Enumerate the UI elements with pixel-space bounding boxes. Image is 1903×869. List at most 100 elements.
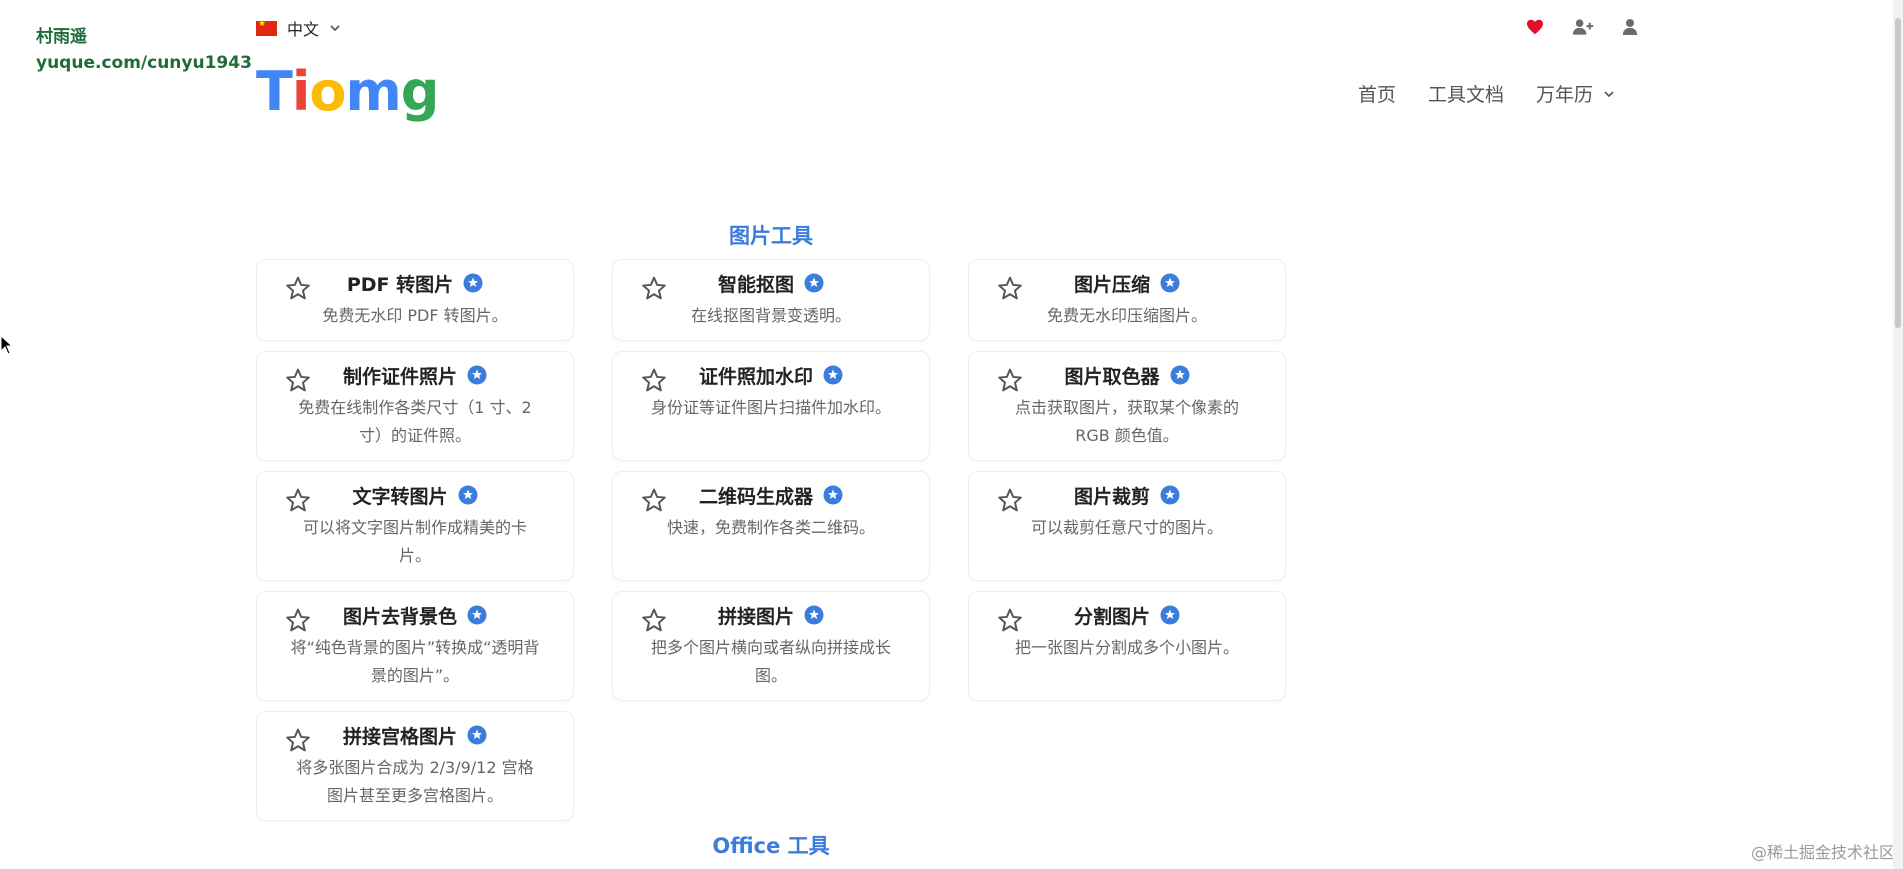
logo-letter: o xyxy=(309,60,346,123)
tool-card-description: 把一张图片分割成多个小图片。 xyxy=(1014,638,1239,657)
favorite-star-icon[interactable] xyxy=(285,608,311,633)
verified-badge-icon xyxy=(467,605,487,625)
section-title-image-tools: 图片工具 xyxy=(729,224,813,248)
heart-icon[interactable] xyxy=(1526,19,1544,35)
favorite-star-icon[interactable] xyxy=(641,608,667,633)
tool-card-description: 可以将文字图片制作成精美的卡片。 xyxy=(302,518,527,565)
verified-badge-icon xyxy=(1160,273,1180,293)
favorite-star-icon[interactable] xyxy=(285,728,311,753)
favorite-star-icon[interactable] xyxy=(997,488,1023,513)
tool-card-title: 制作证件照片 xyxy=(342,365,457,388)
tool-card-header: 拼接图片 xyxy=(625,600,917,633)
nav-home[interactable]: 首页 xyxy=(1358,80,1396,107)
tool-card-header: 制作证件照片 xyxy=(269,360,561,393)
section-title-office-tools: Office 工具 xyxy=(712,834,830,858)
tool-card-title: 拼接宫格图片 xyxy=(342,725,457,748)
tool-card-title: 图片取色器 xyxy=(1064,365,1160,388)
chevron-down-icon xyxy=(1604,90,1614,97)
tool-card-grid: PDF 转图片 免费无水印 PDF 转图片。 智能抠图 在线抠图背景变透明。 图片压缩免… xyxy=(256,259,1286,821)
tool-card[interactable]: 二维码生成器快速，免费制作各类二维码。 xyxy=(612,471,930,581)
tool-card-description: 身份证等证件图片扫描件加水印。 xyxy=(650,398,891,417)
verified-badge-icon xyxy=(1160,605,1180,625)
verified-badge-icon xyxy=(823,485,843,505)
verified-badge-icon xyxy=(463,273,483,293)
tool-card-header: 图片裁剪 xyxy=(981,480,1273,513)
tool-card[interactable]: 智能抠图在线抠图背景变透明。 xyxy=(612,259,930,341)
tool-card-title: 分割图片 xyxy=(1073,605,1150,628)
favorite-star-icon[interactable] xyxy=(997,276,1023,301)
tool-card-description: 在线抠图背景变透明。 xyxy=(690,306,851,325)
watermark-url: yuque.com/cunyu1943 xyxy=(36,53,252,73)
tool-card-header: 智能抠图 xyxy=(625,268,917,301)
china-flag-icon xyxy=(256,19,277,36)
watermark-author-block: 村雨遥 yuque.com/cunyu1943 xyxy=(36,24,252,76)
tool-card-description: 快速，免费制作各类二维码。 xyxy=(666,518,875,537)
tool-card-title: 二维码生成器 xyxy=(698,485,813,508)
tool-card[interactable]: PDF 转图片 免费无水印 PDF 转图片。 xyxy=(256,259,574,341)
nav-calendar-dropdown[interactable]: 万年历 xyxy=(1536,80,1615,107)
logo-letter: T xyxy=(256,60,293,123)
tool-card-title: 图片去背景色 xyxy=(342,605,457,628)
watermark-author: 村雨遥 xyxy=(36,27,87,47)
tool-card-description: 免费无水印压缩图片。 xyxy=(1046,306,1207,325)
tool-card[interactable]: 拼接图片把多个图片横向或者纵向拼接成长图。 xyxy=(612,591,930,701)
tool-card[interactable]: 拼接宫格图片将多张图片合成为 2/3/9/12 宫格图片甚至更多宫格图片。 xyxy=(256,711,574,821)
tool-card-title: 文字转图片 xyxy=(352,485,448,508)
tool-card-title: 证件照加水印 xyxy=(698,365,813,388)
tool-card-title: 拼接图片 xyxy=(717,605,794,628)
chevron-down-icon xyxy=(330,25,340,32)
verified-badge-icon xyxy=(804,605,824,625)
tool-card-header: 图片去背景色 xyxy=(269,600,561,633)
tool-card-description: 点击获取图片，获取某个像素的 RGB 颜色值。 xyxy=(1014,398,1239,445)
tool-card[interactable]: 证件照加水印身份证等证件图片扫描件加水印。 xyxy=(612,351,930,461)
tool-card-header: 证件照加水印 xyxy=(625,360,917,393)
verified-badge-icon xyxy=(804,273,824,293)
page-scrollbar[interactable] xyxy=(1893,0,1903,869)
tool-card-description: 可以裁剪任意尺寸的图片。 xyxy=(1030,518,1223,537)
verified-badge-icon xyxy=(467,365,487,385)
favorite-star-icon[interactable] xyxy=(641,488,667,513)
tool-card-description: 免费在线制作各类尺寸（1 寸、2 寸）的证件照。 xyxy=(298,398,532,445)
favorite-star-icon[interactable] xyxy=(285,368,311,393)
tool-card[interactable]: 制作证件照片免费在线制作各类尺寸（1 寸、2 寸）的证件照。 xyxy=(256,351,574,461)
verified-badge-icon xyxy=(1170,365,1189,385)
tool-card-title: 智能抠图 xyxy=(717,273,794,296)
tool-card-header: 分割图片 xyxy=(981,600,1273,633)
favorite-star-icon[interactable] xyxy=(997,368,1023,393)
tool-card[interactable]: 分割图片把一张图片分割成多个小图片。 xyxy=(968,591,1286,701)
site-logo[interactable]: Tiomg xyxy=(256,60,440,124)
tool-card-header: 文字转图片 xyxy=(269,480,561,513)
tool-card-header: 拼接宫格图片 xyxy=(269,720,561,753)
favorite-star-icon[interactable] xyxy=(641,276,667,301)
top-icon-bar xyxy=(1526,18,1638,36)
favorite-star-icon[interactable] xyxy=(641,368,667,393)
tool-card-description: 把多个图片横向或者纵向拼接成长图。 xyxy=(650,638,891,685)
tool-card-header: 二维码生成器 xyxy=(625,480,917,513)
tool-card-description: 将“纯色背景的图片”转换成“透明背景的图片”。 xyxy=(290,638,540,685)
tool-card-description: 将多张图片合成为 2/3/9/12 宫格图片甚至更多宫格图片。 xyxy=(296,758,534,805)
logo-letter: i xyxy=(291,60,310,123)
tool-card[interactable]: 图片取色器点击获取图片，获取某个像素的 RGB 颜色值。 xyxy=(968,351,1286,461)
tool-card-header: 图片取色器 xyxy=(981,360,1273,393)
tool-card-title: 图片压缩 xyxy=(1073,273,1150,296)
tool-card[interactable]: 图片裁剪可以裁剪任意尺寸的图片。 xyxy=(968,471,1286,581)
language-label: 中文 xyxy=(287,20,320,39)
tool-card-header: PDF 转图片 xyxy=(269,268,561,301)
tool-card[interactable]: 文字转图片可以将文字图片制作成精美的卡片。 xyxy=(256,471,574,581)
tool-card-header: 图片压缩 xyxy=(981,268,1273,301)
verified-badge-icon xyxy=(467,725,487,745)
language-selector[interactable]: 中文 xyxy=(256,16,341,40)
tool-card-title: 图片裁剪 xyxy=(1073,485,1150,508)
user-icon[interactable] xyxy=(1622,18,1638,36)
nav-docs[interactable]: 工具文档 xyxy=(1428,80,1504,107)
favorite-star-icon[interactable] xyxy=(285,488,311,513)
tool-card[interactable]: 图片去背景色将“纯色背景的图片”转换成“透明背景的图片”。 xyxy=(256,591,574,701)
scrollbar-thumb[interactable] xyxy=(1895,18,1901,328)
favorite-star-icon[interactable] xyxy=(285,276,311,301)
logo-letter: g xyxy=(400,60,440,123)
add-user-icon[interactable] xyxy=(1572,18,1594,36)
tool-card[interactable]: 图片压缩免费无水印压缩图片。 xyxy=(968,259,1286,341)
tool-card-title: PDF 转图片 xyxy=(346,273,454,296)
verified-badge-icon xyxy=(1160,485,1180,505)
favorite-star-icon[interactable] xyxy=(997,608,1023,633)
